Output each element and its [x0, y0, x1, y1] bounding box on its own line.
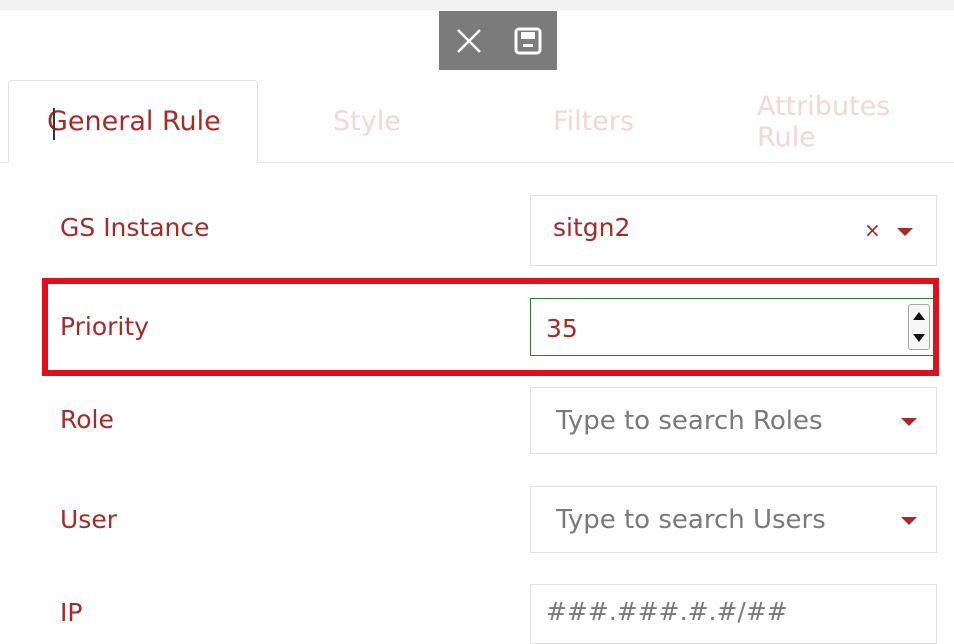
gs-instance-label: GS Instance — [60, 213, 210, 242]
save-button[interactable] — [498, 11, 557, 70]
tab-label: Attributes Rule — [757, 90, 891, 153]
close-icon — [456, 28, 481, 53]
role-select[interactable]: Type to search Roles — [530, 387, 937, 454]
role-placeholder: Type to search Roles — [556, 406, 823, 436]
role-label: Role — [60, 405, 114, 434]
tab-general-rule[interactable]: General Rule — [8, 80, 258, 163]
tab-bar: General Rule Style Filters Attributes Ru… — [0, 80, 954, 163]
tab-label: Filters — [553, 106, 634, 137]
chevron-down-icon[interactable] — [901, 418, 917, 426]
chevron-down-icon[interactable] — [901, 517, 917, 525]
tab-attributes-rule[interactable]: Attributes Rule — [757, 80, 954, 163]
tab-style[interactable]: Style — [333, 80, 401, 163]
clear-icon[interactable]: × — [864, 218, 881, 242]
gs-instance-select[interactable]: sitgn2 × — [530, 195, 937, 266]
tab-filters[interactable]: Filters — [553, 80, 634, 163]
close-button[interactable] — [439, 11, 498, 70]
user-select[interactable]: Type to search Users — [530, 486, 937, 553]
save-icon — [514, 27, 541, 54]
priority-highlight-box — [42, 278, 939, 376]
chevron-down-icon[interactable] — [897, 228, 913, 236]
top-bar — [0, 0, 954, 10]
user-label: User — [60, 505, 117, 534]
rule-toolbar — [439, 11, 557, 70]
text-cursor — [53, 108, 55, 140]
tab-label: General Rule — [47, 106, 221, 137]
ip-placeholder: ###.###.#.#/## — [546, 597, 788, 626]
tab-label: Style — [333, 106, 401, 137]
gs-instance-value: sitgn2 — [553, 213, 631, 242]
ip-input[interactable]: ###.###.#.#/## — [530, 584, 937, 644]
user-placeholder: Type to search Users — [556, 505, 826, 535]
ip-label: IP — [60, 598, 83, 627]
